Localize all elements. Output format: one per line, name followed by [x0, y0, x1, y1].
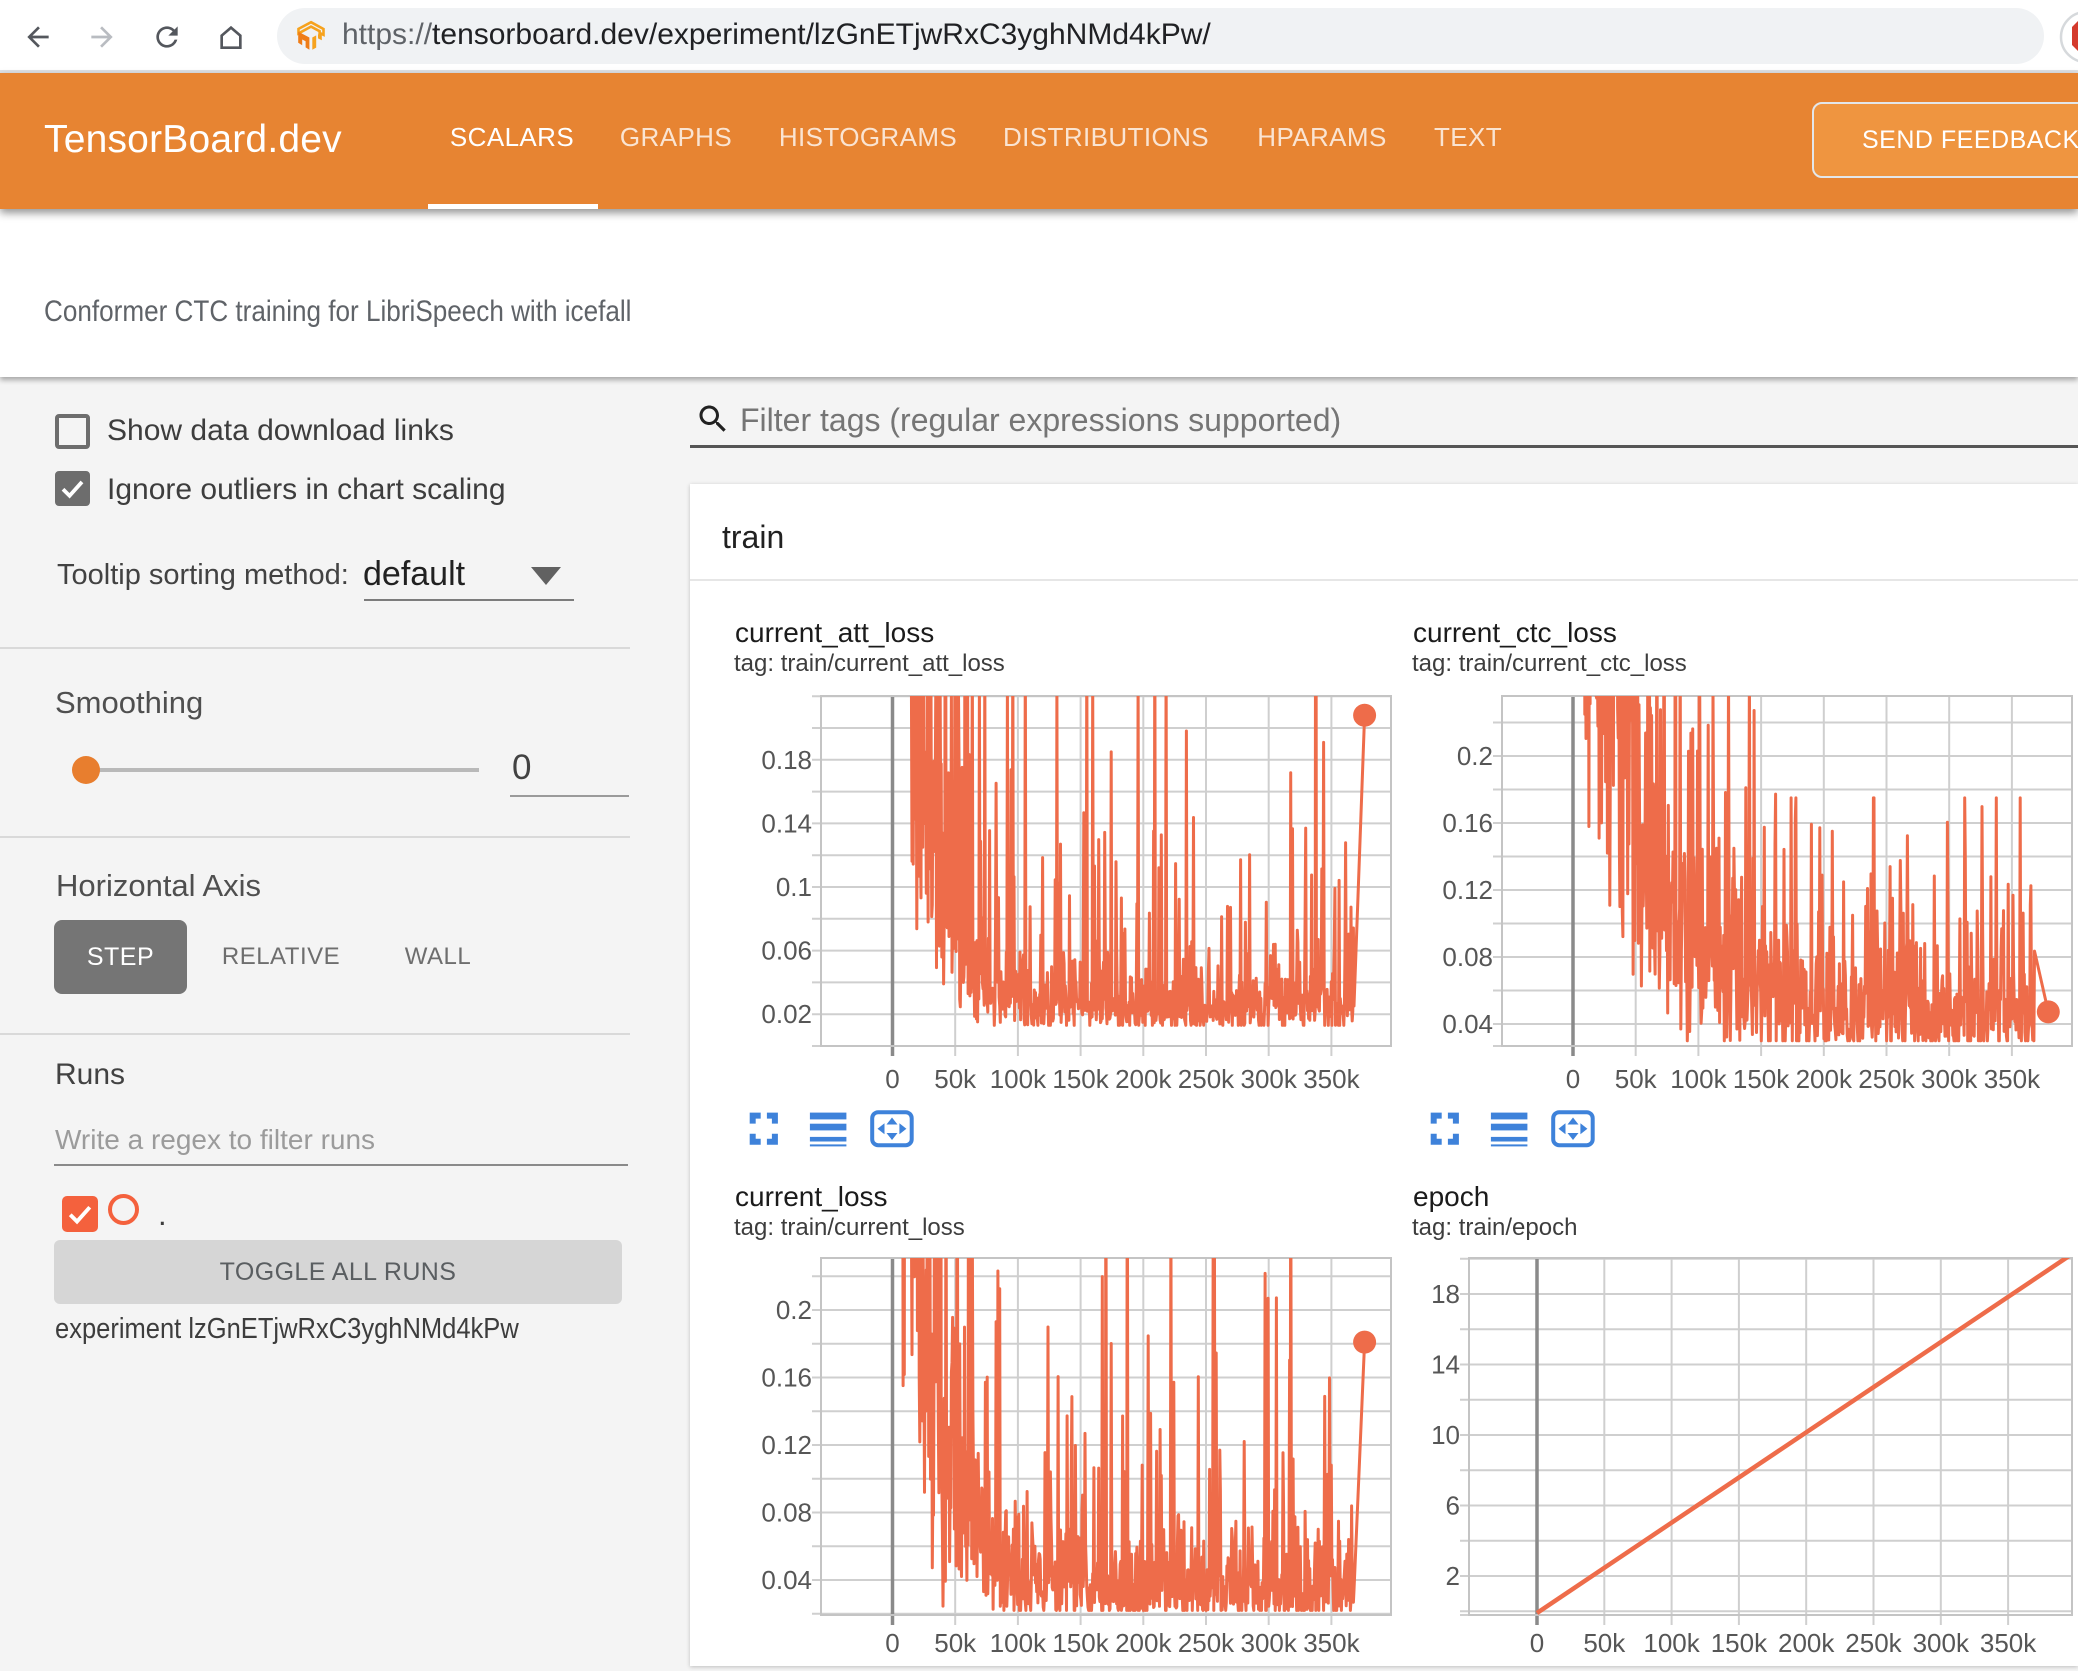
svg-text:150k: 150k — [1052, 1628, 1109, 1658]
svg-text:0.02: 0.02 — [761, 999, 812, 1029]
svg-text:50k: 50k — [934, 1628, 977, 1658]
svg-text:100k: 100k — [1670, 1064, 1727, 1094]
svg-text:0.12: 0.12 — [761, 1430, 812, 1460]
svg-text:250k: 250k — [1858, 1064, 1915, 1094]
svg-text:0.12: 0.12 — [1442, 875, 1493, 905]
svg-text:0: 0 — [1530, 1628, 1544, 1658]
svg-text:300k: 300k — [1241, 1628, 1298, 1658]
svg-text:0.08: 0.08 — [1442, 942, 1493, 972]
svg-text:0.2: 0.2 — [776, 1295, 812, 1325]
svg-text:200k: 200k — [1778, 1628, 1835, 1658]
svg-text:0.14: 0.14 — [761, 808, 812, 838]
svg-text:0.04: 0.04 — [1442, 1009, 1493, 1039]
svg-text:350k: 350k — [1303, 1064, 1360, 1094]
svg-text:350k: 350k — [1303, 1628, 1360, 1658]
svg-text:0.18: 0.18 — [761, 745, 812, 775]
svg-text:250k: 250k — [1178, 1064, 1235, 1094]
svg-text:0: 0 — [885, 1064, 899, 1094]
svg-text:100k: 100k — [990, 1064, 1047, 1094]
svg-text:0.16: 0.16 — [761, 1363, 812, 1393]
svg-text:350k: 350k — [1980, 1628, 2037, 1658]
svg-text:300k: 300k — [1913, 1628, 1970, 1658]
svg-text:100k: 100k — [990, 1628, 1047, 1658]
svg-text:0.04: 0.04 — [761, 1565, 812, 1595]
svg-text:2: 2 — [1446, 1561, 1460, 1591]
svg-text:350k: 350k — [1984, 1064, 2041, 1094]
svg-text:0.06: 0.06 — [761, 936, 812, 966]
svg-text:150k: 150k — [1733, 1064, 1790, 1094]
svg-text:0.1: 0.1 — [776, 872, 812, 902]
svg-text:300k: 300k — [1921, 1064, 1978, 1094]
svg-text:200k: 200k — [1796, 1064, 1853, 1094]
svg-text:0.2: 0.2 — [1457, 741, 1493, 771]
svg-text:50k: 50k — [934, 1064, 977, 1094]
svg-text:14: 14 — [1431, 1350, 1460, 1380]
svg-text:200k: 200k — [1115, 1064, 1172, 1094]
svg-text:200k: 200k — [1115, 1628, 1172, 1658]
svg-text:18: 18 — [1431, 1279, 1460, 1309]
svg-text:0: 0 — [885, 1628, 899, 1658]
svg-text:250k: 250k — [1178, 1628, 1235, 1658]
svg-text:10: 10 — [1431, 1420, 1460, 1450]
svg-text:150k: 150k — [1711, 1628, 1768, 1658]
svg-text:250k: 250k — [1845, 1628, 1902, 1658]
svg-text:0.16: 0.16 — [1442, 808, 1493, 838]
svg-text:0.08: 0.08 — [761, 1498, 812, 1528]
svg-text:0: 0 — [1566, 1064, 1580, 1094]
svg-text:300k: 300k — [1241, 1064, 1298, 1094]
svg-text:100k: 100k — [1643, 1628, 1700, 1658]
svg-text:50k: 50k — [1583, 1628, 1626, 1658]
svg-text:50k: 50k — [1615, 1064, 1658, 1094]
svg-text:150k: 150k — [1052, 1064, 1109, 1094]
svg-text:6: 6 — [1446, 1491, 1460, 1521]
